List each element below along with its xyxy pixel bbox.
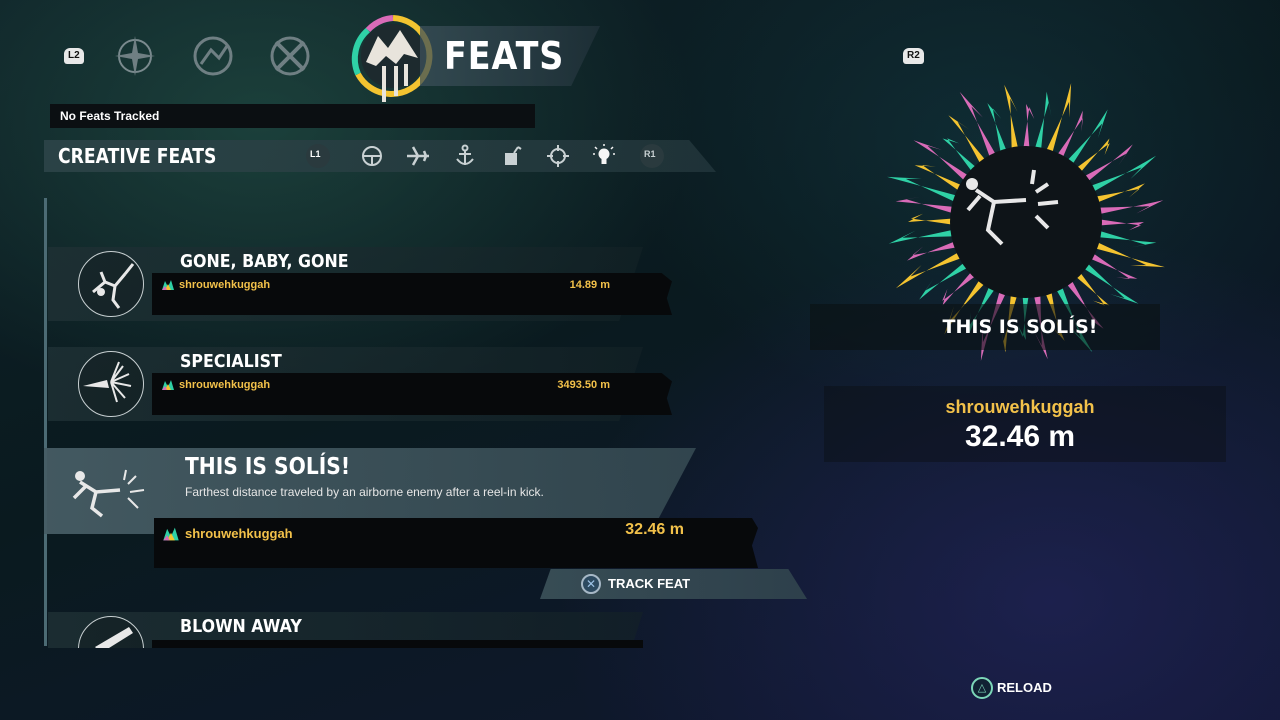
feat-name: BLOWN AWAY: [180, 616, 302, 637]
compass-icon[interactable]: [111, 32, 159, 80]
feat-row[interactable]: GONE, BABY, GONE shrouwehkuggah 14.89 m: [48, 247, 672, 321]
explosive-icon[interactable]: [499, 143, 525, 169]
page-title: FEATS: [444, 34, 565, 78]
feat-row[interactable]: BLOWN AWAY: [48, 612, 643, 648]
falling-figure-icon: [78, 251, 144, 317]
l1-button-badge[interactable]: L1: [305, 143, 331, 169]
steering-wheel-icon[interactable]: [359, 143, 385, 169]
selected-feat-score: 32.46 m: [625, 521, 684, 538]
r2-button-badge[interactable]: R2: [903, 48, 924, 64]
detail-score: 32.46 m: [964, 420, 1076, 453]
lightbulb-icon[interactable]: [591, 143, 617, 169]
track-feat-label[interactable]: TRACK FEAT: [608, 576, 690, 591]
airplane-icon[interactable]: [405, 143, 431, 169]
player-name: shrouwehkuggah: [179, 279, 271, 291]
feat-row[interactable]: SPECIALIST shrouwehkuggah 3493.50 m: [48, 347, 672, 421]
crossed-weapons-icon[interactable]: [266, 32, 314, 80]
selected-feat-name: THIS IS SOLÍS!: [185, 454, 351, 480]
l2-button-badge[interactable]: L2: [64, 48, 84, 64]
anchor-icon[interactable]: [452, 143, 478, 169]
detail-feat-name: THIS IS SOLÍS!: [942, 316, 1098, 338]
feat-score: 3493.50 m: [557, 379, 610, 391]
feat-name: SPECIALIST: [180, 351, 282, 372]
list-scrollbar[interactable]: [44, 198, 47, 646]
tracked-feats-bar: No Feats Tracked: [50, 104, 535, 128]
player-rank-icon: [161, 378, 175, 392]
kick-figure-icon: [66, 462, 156, 522]
player-name: shrouwehkuggah: [179, 379, 271, 391]
selected-feat-description: Farthest distance traveled by an airborn…: [185, 485, 544, 499]
cross-button-icon[interactable]: ✕: [581, 574, 601, 594]
detail-player-name: shrouwehkuggah: [945, 397, 1095, 417]
gun-icon: [78, 616, 144, 648]
kick-figure-head: [966, 178, 978, 190]
player-rank-icon: [162, 525, 180, 543]
crosshair-icon[interactable]: [545, 143, 571, 169]
r1-button-badge[interactable]: R1: [639, 143, 665, 169]
reload-label[interactable]: RELOAD: [997, 680, 1052, 695]
rocket-burst-icon: [78, 351, 144, 417]
category-title: CREATIVE FEATS: [58, 144, 217, 168]
wheel-icon[interactable]: [189, 32, 237, 80]
player-name: shrouwehkuggah: [185, 526, 293, 541]
triangle-button-icon[interactable]: △: [971, 677, 993, 699]
feat-name: GONE, BABY, GONE: [180, 251, 349, 272]
player-rank-icon: [161, 278, 175, 292]
burst-center: [950, 146, 1102, 298]
feat-score: 14.89 m: [569, 279, 610, 291]
